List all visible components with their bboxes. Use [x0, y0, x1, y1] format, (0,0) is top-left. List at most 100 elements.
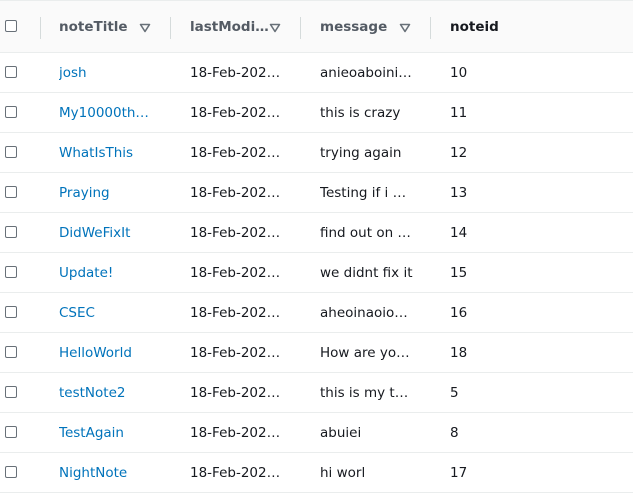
table-row[interactable]: TestAgain 18-Feb-202… abuiei 8 [0, 413, 633, 453]
note-title-link[interactable]: NightNote [59, 465, 127, 481]
note-title-cell: Praying [59, 173, 169, 212]
noteid-cell: 14 [450, 213, 570, 252]
row-checkbox[interactable] [5, 305, 17, 318]
table-row[interactable]: Praying 18-Feb-202… Testing if i … 13 [0, 173, 633, 213]
message-cell: abuiei [320, 413, 428, 452]
note-title-link[interactable]: DidWeFixIt [59, 225, 130, 241]
noteid-text: 13 [450, 184, 468, 201]
column-header-message[interactable]: message [320, 1, 428, 52]
note-title-cell: WhatIsThis [59, 133, 169, 172]
row-checkbox[interactable] [5, 105, 17, 118]
note-title-cell: TestAgain [59, 413, 169, 452]
message-cell: Testing if i … [320, 173, 428, 212]
note-title-link[interactable]: WhatIsThis [59, 145, 133, 161]
note-title-link[interactable]: josh [59, 65, 87, 81]
row-checkbox[interactable] [5, 425, 17, 438]
note-title-cell: CSEC [59, 293, 169, 332]
message-text: How are yo… [320, 344, 410, 361]
note-title-cell: NightNote [59, 453, 169, 492]
note-title-link[interactable]: CSEC [59, 305, 95, 321]
table-row[interactable]: NightNote 18-Feb-202… hi worl 17 [0, 453, 633, 493]
message-cell: hi worl [320, 453, 428, 492]
row-select-cell [0, 453, 40, 492]
row-checkbox[interactable] [5, 385, 17, 398]
message-text: find out on … [320, 224, 411, 241]
last-modified-text: 18-Feb-202… [190, 304, 281, 321]
noteid-text: 8 [450, 424, 459, 441]
note-title-link[interactable]: HelloWorld [59, 345, 132, 361]
row-select-cell [0, 253, 40, 292]
column-header-label: message [320, 18, 388, 35]
message-cell: anieoaboini… [320, 53, 428, 92]
last-modified-cell: 18-Feb-202… [190, 253, 298, 292]
sort-icon[interactable] [139, 23, 151, 33]
note-title-link[interactable]: TestAgain [59, 425, 124, 441]
last-modified-cell: 18-Feb-202… [190, 413, 298, 452]
noteid-text: 11 [450, 104, 468, 121]
table-row[interactable]: WhatIsThis 18-Feb-202… trying again 12 [0, 133, 633, 173]
message-cell: this is my t… [320, 373, 428, 412]
note-title-link[interactable]: testNote2 [59, 385, 125, 401]
sort-icon[interactable] [269, 23, 281, 33]
last-modified-cell: 18-Feb-202… [190, 293, 298, 332]
message-text: this is crazy [320, 104, 401, 121]
table-header: noteTitle lastModi… message noteid [0, 0, 633, 53]
row-checkbox[interactable] [5, 65, 17, 78]
last-modified-text: 18-Feb-202… [190, 424, 281, 441]
note-title-cell: josh [59, 53, 169, 92]
table-row[interactable]: DidWeFixIt 18-Feb-202… find out on … 14 [0, 213, 633, 253]
row-checkbox[interactable] [5, 345, 17, 358]
row-select-cell [0, 213, 40, 252]
noteid-text: 12 [450, 144, 468, 161]
table-row[interactable]: HelloWorld 18-Feb-202… How are yo… 18 [0, 333, 633, 373]
column-header-noteid[interactable]: noteid [450, 1, 570, 52]
row-checkbox[interactable] [5, 225, 17, 238]
note-title-cell: Update! [59, 253, 169, 292]
noteid-text: 5 [450, 384, 459, 401]
table-body: josh 18-Feb-202… anieoaboini… 10 My10000… [0, 53, 633, 493]
table-row[interactable]: My10000th… 18-Feb-202… this is crazy 11 [0, 93, 633, 133]
note-title-cell: testNote2 [59, 373, 169, 412]
noteid-cell: 10 [450, 53, 570, 92]
noteid-cell: 16 [450, 293, 570, 332]
last-modified-cell: 18-Feb-202… [190, 373, 298, 412]
notes-table: noteTitle lastModi… message noteid josh [0, 0, 633, 493]
last-modified-text: 18-Feb-202… [190, 184, 281, 201]
row-select-cell [0, 293, 40, 332]
message-cell: trying again [320, 133, 428, 172]
row-select-cell [0, 93, 40, 132]
row-checkbox[interactable] [5, 465, 17, 478]
noteid-cell: 18 [450, 333, 570, 372]
last-modified-text: 18-Feb-202… [190, 224, 281, 241]
last-modified-cell: 18-Feb-202… [190, 453, 298, 492]
last-modified-cell: 18-Feb-202… [190, 213, 298, 252]
last-modified-cell: 18-Feb-202… [190, 53, 298, 92]
message-text: hi worl [320, 464, 366, 481]
note-title-link[interactable]: Update! [59, 265, 113, 281]
column-header-lastmodified[interactable]: lastModi… [190, 1, 298, 52]
noteid-text: 15 [450, 264, 468, 281]
noteid-cell: 13 [450, 173, 570, 212]
sort-icon[interactable] [399, 23, 411, 33]
column-divider [430, 17, 431, 39]
noteid-cell: 17 [450, 453, 570, 492]
message-text: this is my t… [320, 384, 409, 401]
row-checkbox[interactable] [5, 265, 17, 278]
noteid-text: 14 [450, 224, 468, 241]
column-header-notetitle[interactable]: noteTitle [59, 1, 169, 52]
table-row[interactable]: testNote2 18-Feb-202… this is my t… 5 [0, 373, 633, 413]
noteid-text: 17 [450, 464, 468, 481]
row-checkbox[interactable] [5, 185, 17, 198]
table-row[interactable]: josh 18-Feb-202… anieoaboini… 10 [0, 53, 633, 93]
noteid-text: 18 [450, 344, 468, 361]
noteid-cell: 5 [450, 373, 570, 412]
note-title-link[interactable]: Praying [59, 185, 110, 201]
last-modified-cell: 18-Feb-202… [190, 133, 298, 172]
row-select-cell [0, 413, 40, 452]
table-row[interactable]: CSEC 18-Feb-202… aheoinaoio… 16 [0, 293, 633, 333]
note-title-link[interactable]: My10000th… [59, 105, 149, 121]
last-modified-text: 18-Feb-202… [190, 104, 281, 121]
table-row[interactable]: Update! 18-Feb-202… we didnt fix it 15 [0, 253, 633, 293]
select-all-checkbox[interactable] [5, 19, 17, 32]
row-checkbox[interactable] [5, 145, 17, 158]
